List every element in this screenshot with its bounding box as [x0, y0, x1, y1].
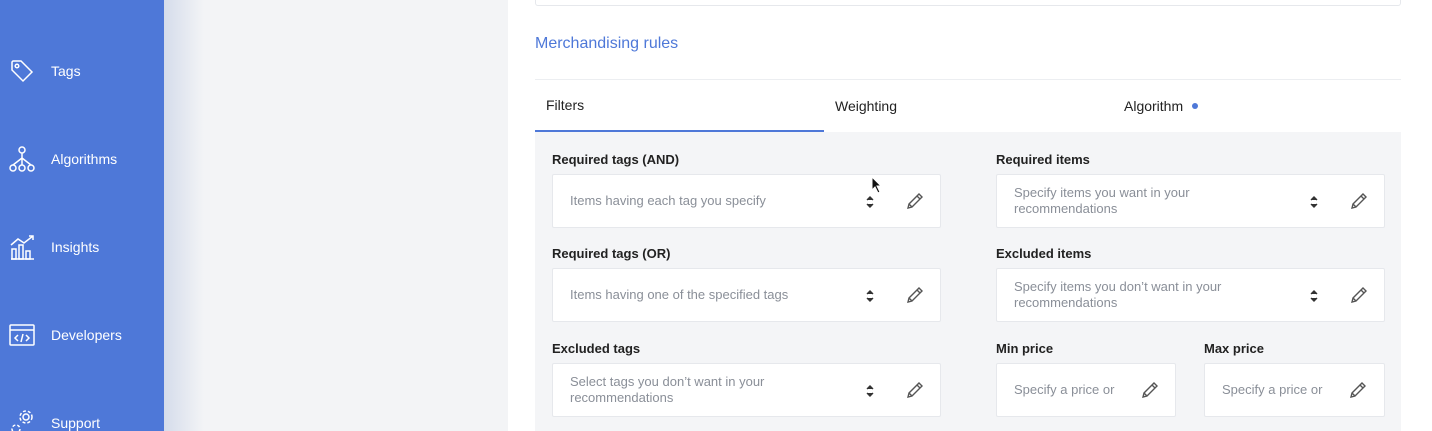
- sidebar-item-insights[interactable]: Insights: [0, 227, 164, 267]
- sidebar-item-label: Tags: [51, 63, 81, 79]
- sidebar-item-label: Support: [51, 415, 101, 431]
- sidebar-item-label: Algorithms: [51, 151, 118, 167]
- tag-icon: [8, 57, 36, 85]
- previous-section-box: [535, 0, 1401, 6]
- pencil-icon[interactable]: [905, 380, 925, 400]
- required-items-select[interactable]: Specify items you want in your recommend…: [996, 174, 1385, 228]
- pencil-icon[interactable]: [905, 285, 925, 305]
- min-price-label: Min price: [996, 341, 1054, 356]
- excluded-tags-select[interactable]: Select tags you don’t want in your recom…: [552, 363, 941, 417]
- sort-caret-icon[interactable]: [1310, 195, 1318, 208]
- placeholder: Specify a price or: [1222, 382, 1323, 397]
- min-price-input[interactable]: Specify a price or: [996, 363, 1176, 417]
- tab-label: Filters: [546, 97, 585, 113]
- algorithm-tree-icon: [8, 145, 36, 173]
- mouse-cursor-icon: [871, 176, 883, 194]
- sidebar-item-label: Insights: [51, 239, 100, 255]
- pencil-icon[interactable]: [1348, 380, 1368, 400]
- tab-filters[interactable]: Filters: [535, 80, 824, 132]
- placeholder: Select tags you don’t want in your recom…: [570, 374, 765, 405]
- placeholder: Specify items you want in your recommend…: [1014, 185, 1190, 216]
- tab-weighting[interactable]: Weighting: [824, 80, 1113, 132]
- pencil-icon[interactable]: [1349, 191, 1369, 211]
- tab-label: Algorithm: [1124, 98, 1184, 114]
- sidebar-shadow: [164, 0, 204, 431]
- pencil-icon[interactable]: [1349, 285, 1369, 305]
- sort-caret-icon[interactable]: [866, 384, 874, 397]
- pencil-icon[interactable]: [1140, 380, 1160, 400]
- excluded-items-select[interactable]: Specify items you don’t want in your rec…: [996, 268, 1385, 322]
- code-window-icon: [8, 321, 36, 349]
- required-tags-and-label: Required tags (AND): [552, 152, 680, 167]
- placeholder: Specify a price or: [1014, 382, 1115, 397]
- rules-tabs: Filters Weighting Algorithm: [535, 80, 1401, 132]
- sort-caret-icon[interactable]: [866, 195, 874, 208]
- tab-algorithm[interactable]: Algorithm: [1113, 80, 1401, 132]
- sidebar: Tags Algorithms Insights Developers Supp…: [0, 0, 164, 431]
- sidebar-item-support[interactable]: Support: [0, 403, 164, 431]
- sort-caret-icon[interactable]: [866, 289, 874, 302]
- indicator-dot: [1192, 103, 1199, 109]
- excluded-items-label: Excluded items: [996, 246, 1092, 261]
- tab-label: Weighting: [835, 98, 898, 114]
- sidebar-item-tags[interactable]: Tags: [0, 51, 164, 91]
- chart-icon: [8, 233, 36, 261]
- required-tags-or-select[interactable]: Items having one of the specified tags: [552, 268, 941, 322]
- sort-caret-icon[interactable]: [1310, 289, 1318, 302]
- section-title: Merchandising rules: [535, 35, 679, 52]
- required-items-label: Required items: [996, 152, 1090, 167]
- sidebar-item-label: Developers: [51, 327, 122, 343]
- placeholder: Items having one of the specified tags: [570, 287, 789, 302]
- pencil-icon[interactable]: [905, 191, 925, 211]
- max-price-label: Max price: [1204, 341, 1264, 356]
- max-price-input[interactable]: Specify a price or: [1204, 363, 1385, 417]
- sidebar-item-algorithms[interactable]: Algorithms: [0, 139, 164, 179]
- required-tags-or-label: Required tags (OR): [552, 246, 671, 261]
- placeholder: Specify items you don’t want in your rec…: [1014, 279, 1222, 310]
- gears-icon: [8, 409, 36, 431]
- excluded-tags-label: Excluded tags: [552, 341, 641, 356]
- placeholder: Items having each tag you specify: [570, 193, 766, 208]
- sidebar-item-developers[interactable]: Developers: [0, 315, 164, 355]
